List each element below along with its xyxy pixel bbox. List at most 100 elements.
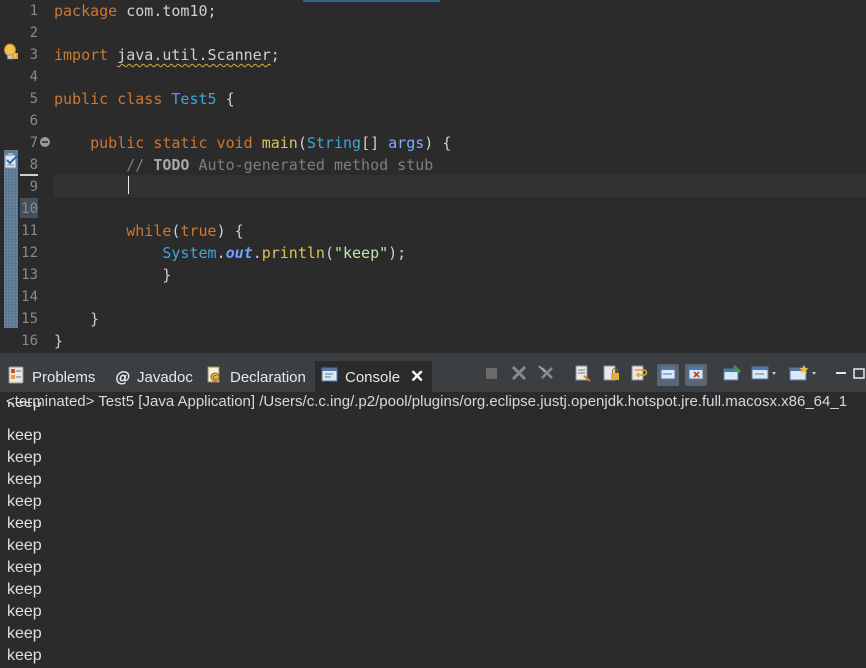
maximize-icon (852, 366, 866, 385)
method-name: println (261, 244, 325, 262)
class-name: System (162, 244, 217, 262)
pin-console-button[interactable] (722, 364, 744, 386)
editor-tab-accent (303, 0, 440, 2)
console-view[interactable]: keep <terminated> Test5 [Java Applicatio… (0, 392, 866, 668)
line-number: 12 (21, 245, 38, 261)
line-number: 16 (21, 333, 38, 349)
class-name: Test5 (171, 90, 217, 108)
clear-console-icon (574, 364, 592, 387)
console-output-line: keep (7, 493, 42, 510)
show-on-stdout-button[interactable] (657, 364, 679, 386)
eclipse-window: ! 1 2 3 4 5 6 7 8 9 10 11 12 13 14 15 16… (0, 0, 866, 668)
console-output-line: keep (7, 515, 42, 532)
maximize-button[interactable] (852, 364, 866, 386)
word-wrap-icon (630, 364, 648, 387)
comment: // (126, 156, 154, 174)
code-editor[interactable]: ! 1 2 3 4 5 6 7 8 9 10 11 12 13 14 15 16… (0, 0, 866, 352)
code-line-todo-comment[interactable]: // TODO Auto-generated method stub (54, 154, 433, 176)
code-text: { (216, 90, 235, 108)
code-line-brace[interactable]: } (54, 308, 99, 330)
open-console-button[interactable] (788, 364, 822, 386)
line-number: 9 (29, 179, 38, 195)
code-line-package[interactable]: package com.tom10; (54, 0, 217, 22)
line-number: 5 (29, 91, 38, 107)
console-output-line: keep (7, 427, 42, 444)
fold-collapse-icon[interactable] (39, 135, 51, 147)
code-text: ); (388, 244, 407, 262)
console-icon (321, 366, 339, 388)
type-name: String (306, 134, 362, 152)
tab-problems[interactable]: Problems (8, 361, 95, 393)
line-number: 11 (21, 223, 38, 239)
console-output-line: keep (7, 647, 42, 664)
code-text: . (252, 244, 262, 262)
show-on-stderr-button[interactable] (685, 364, 707, 386)
minimize-icon (834, 366, 848, 385)
display-selected-console-icon (751, 364, 781, 387)
todo-tag: TODO (153, 156, 190, 174)
code-line-main-decl[interactable]: public static void main(String[] args) { (54, 132, 451, 154)
line-number: 8 (29, 157, 38, 173)
console-process-header: <terminated> Test5 [Java Application] /U… (6, 393, 848, 410)
keyword: import (54, 46, 109, 64)
declaration-icon: C (206, 366, 224, 388)
static-field: out (225, 244, 253, 262)
console-output-line: keep (7, 581, 42, 598)
terminate-button[interactable] (480, 364, 502, 386)
tab-label: Declaration (230, 368, 306, 386)
console-output-line: keep (7, 471, 42, 488)
pin-console-icon (723, 364, 743, 387)
close-icon[interactable]: ✕ (410, 367, 424, 387)
display-selected-console-button[interactable] (750, 364, 782, 386)
tab-label: Problems (32, 368, 96, 386)
javadoc-icon: @ (115, 368, 131, 386)
code-text: } (90, 310, 100, 328)
minimize-button[interactable] (830, 364, 852, 386)
svg-text:C: C (213, 375, 217, 382)
parameter-name: args (388, 134, 425, 152)
keyword: public static void (90, 134, 253, 152)
code-text: } (54, 332, 64, 350)
tab-label: Javadoc (137, 368, 193, 386)
remove-all-terminated-button[interactable] (536, 364, 558, 386)
clear-console-button[interactable] (572, 364, 594, 386)
keyword: true (180, 222, 217, 240)
code-line-while[interactable]: while(true) { (54, 220, 244, 242)
code-text: com.tom10; (117, 2, 217, 20)
code-text: ) { (216, 222, 244, 240)
code-line-println[interactable]: System.out.println("keep"); (54, 242, 406, 264)
code-line-import[interactable]: import java.util.Scanner; (54, 44, 280, 66)
keyword: package (54, 2, 118, 20)
line-number: 1 (29, 3, 38, 19)
comment: Auto-generated method stub (189, 156, 434, 174)
console-output-line: keep (7, 559, 42, 576)
code-text: ( (297, 134, 307, 152)
tab-javadoc[interactable]: @ Javadoc (115, 361, 193, 393)
line-number: 2 (29, 25, 38, 41)
console-output-line: keep (7, 537, 42, 554)
open-console-icon (789, 364, 821, 387)
tab-console[interactable]: Console ✕ (315, 361, 433, 393)
code-text: . (216, 244, 226, 262)
remove-launch-button[interactable] (508, 364, 530, 386)
scroll-lock-icon (602, 364, 620, 387)
tab-label: Console (345, 368, 401, 386)
code-text: ( (324, 244, 334, 262)
code-line-brace[interactable]: } (54, 330, 63, 352)
problems-icon (8, 366, 26, 388)
code-line-brace[interactable]: } (54, 264, 171, 286)
keyword: public class (54, 90, 163, 108)
line-number: 13 (21, 267, 38, 283)
scroll-lock-button[interactable] (600, 364, 622, 386)
code-text: } (162, 266, 172, 284)
remove-launch-icon (510, 364, 528, 387)
word-wrap-button[interactable] (628, 364, 650, 386)
code-text: ; (270, 46, 280, 64)
code-line-class-decl[interactable]: public class Test5 { (54, 88, 235, 110)
tab-declaration[interactable]: C Declaration (206, 361, 306, 393)
show-on-stdout-icon (659, 364, 677, 387)
unused-import: java.util.Scanner (117, 46, 271, 64)
line-number: 7 (29, 135, 38, 151)
line-number: 3 (29, 47, 38, 63)
text-cursor (128, 176, 129, 194)
